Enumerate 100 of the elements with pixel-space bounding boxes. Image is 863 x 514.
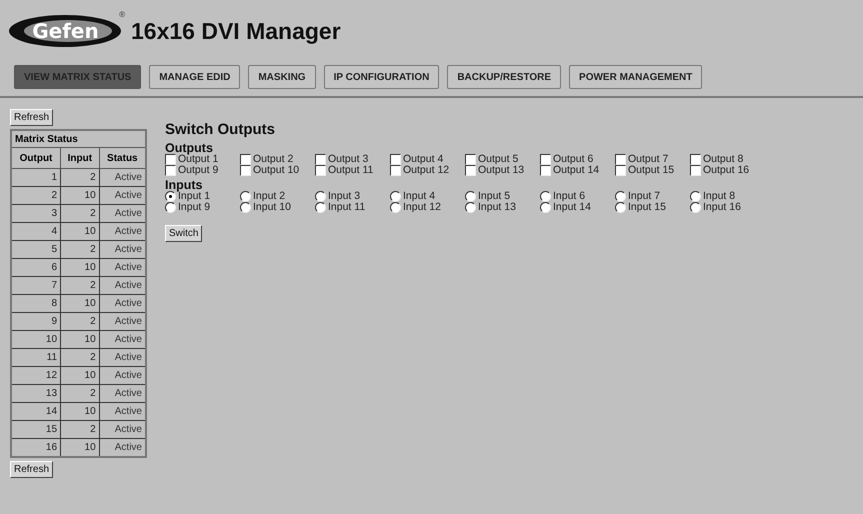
- radio-button[interactable]: [690, 202, 701, 213]
- nav-tab[interactable]: MANAGE EDID: [149, 65, 240, 89]
- input-radio[interactable]: Input 11: [315, 202, 390, 213]
- input-radio[interactable]: Input 15: [615, 202, 690, 213]
- table-cell: 14: [11, 402, 61, 420]
- checkbox[interactable]: [390, 154, 401, 165]
- input-radio[interactable]: Input 2: [240, 191, 315, 202]
- output-checkbox[interactable]: Output 15: [615, 165, 690, 176]
- nav-tab[interactable]: BACKUP/RESTORE: [447, 65, 562, 89]
- input-radio[interactable]: Input 7: [615, 191, 690, 202]
- table-cell: 10: [11, 330, 61, 348]
- output-checkbox[interactable]: Output 4: [390, 154, 465, 165]
- radio-button[interactable]: [315, 191, 326, 202]
- table-cell: 4: [11, 222, 61, 240]
- table-cell: 10: [60, 222, 100, 240]
- radio-button[interactable]: [615, 191, 626, 202]
- table-cell: 3: [11, 204, 61, 222]
- input-radio[interactable]: Input 14: [540, 202, 615, 213]
- table-cell: 2: [60, 276, 100, 294]
- output-checkbox[interactable]: Output 11: [315, 165, 390, 176]
- checkbox[interactable]: [165, 165, 176, 176]
- table-cell: 2: [11, 186, 61, 204]
- output-checkbox[interactable]: Output 13: [465, 165, 540, 176]
- table-cell: 15: [11, 420, 61, 438]
- output-checkbox[interactable]: Output 9: [165, 165, 240, 176]
- table-cell: 2: [60, 240, 100, 258]
- output-checkbox[interactable]: Output 12: [390, 165, 465, 176]
- logo-text: Gefen: [32, 19, 99, 43]
- table-cell: 13: [11, 384, 61, 402]
- checkbox[interactable]: [390, 165, 401, 176]
- radio-button[interactable]: [540, 202, 551, 213]
- table-cell: 12: [11, 366, 61, 384]
- table-cell: 10: [60, 402, 100, 420]
- inputs-label: Inputs: [165, 179, 204, 191]
- checkbox[interactable]: [465, 165, 476, 176]
- checkbox[interactable]: [165, 154, 176, 165]
- radio-button[interactable]: [390, 191, 401, 202]
- checkbox[interactable]: [240, 154, 251, 165]
- checkbox[interactable]: [240, 165, 251, 176]
- radio-button[interactable]: [465, 191, 476, 202]
- output-checkbox[interactable]: Output 5: [465, 154, 540, 165]
- refresh-button[interactable]: Refresh: [10, 109, 54, 126]
- radio-button[interactable]: [240, 191, 251, 202]
- input-radio[interactable]: Input 4: [390, 191, 465, 202]
- radio-button[interactable]: [465, 202, 476, 213]
- table-cell: 5: [11, 240, 61, 258]
- input-radio[interactable]: Input 16: [690, 202, 765, 213]
- table-cell: 7: [11, 276, 61, 294]
- radio-button[interactable]: [315, 202, 326, 213]
- output-checkbox[interactable]: Output 2: [240, 154, 315, 165]
- table-cell: 2: [60, 204, 100, 222]
- output-checkbox[interactable]: Output 1: [165, 154, 240, 165]
- input-radio[interactable]: Input 6: [540, 191, 615, 202]
- radio-button[interactable]: [390, 202, 401, 213]
- checkbox[interactable]: [615, 165, 626, 176]
- output-checkbox[interactable]: Output 3: [315, 154, 390, 165]
- output-checkbox[interactable]: Output 6: [540, 154, 615, 165]
- registered-mark: ®: [119, 10, 125, 19]
- table-cell: 8: [11, 294, 61, 312]
- checkbox[interactable]: [540, 165, 551, 176]
- table-cell: 10: [60, 186, 100, 204]
- checkbox[interactable]: [465, 154, 476, 165]
- nav-tab[interactable]: POWER MANAGEMENT: [569, 65, 702, 89]
- checkbox[interactable]: [690, 154, 701, 165]
- input-radio[interactable]: Input 13: [465, 202, 540, 213]
- nav-tab[interactable]: MASKING: [248, 65, 316, 89]
- input-radio[interactable]: Input 3: [315, 191, 390, 202]
- table-cell: 2: [60, 384, 100, 402]
- table-cell: 1: [11, 168, 61, 186]
- input-radio[interactable]: Input 9: [165, 202, 240, 213]
- refresh-button[interactable]: Refresh: [10, 461, 54, 478]
- checkbox[interactable]: [540, 154, 551, 165]
- switch-button[interactable]: Switch: [165, 225, 202, 242]
- table-cell: 2: [60, 168, 100, 186]
- checkbox[interactable]: [315, 154, 326, 165]
- radio-button[interactable]: [690, 191, 701, 202]
- output-checkbox[interactable]: Output 16: [690, 165, 765, 176]
- radio-button[interactable]: [165, 191, 176, 202]
- output-checkbox[interactable]: Output 8: [690, 154, 765, 165]
- radio-button[interactable]: [165, 202, 176, 213]
- output-checkbox[interactable]: Output 10: [240, 165, 315, 176]
- checkbox[interactable]: [315, 165, 326, 176]
- input-radio[interactable]: Input 8: [690, 191, 765, 202]
- radio-button[interactable]: [540, 191, 551, 202]
- nav-tab[interactable]: IP CONFIGURATION: [324, 65, 440, 89]
- table-cell: 10: [60, 330, 100, 348]
- radio-button[interactable]: [615, 202, 626, 213]
- checkbox[interactable]: [690, 165, 701, 176]
- table-cell: 9: [11, 312, 61, 330]
- input-radio[interactable]: Input 1: [165, 191, 240, 202]
- section-title: Switch Outputs: [165, 121, 276, 138]
- table-cell: 2: [60, 312, 100, 330]
- output-checkbox[interactable]: Output 14: [540, 165, 615, 176]
- input-radio[interactable]: Input 10: [240, 202, 315, 213]
- checkbox[interactable]: [615, 154, 626, 165]
- input-radio[interactable]: Input 12: [390, 202, 465, 213]
- outputs-label: Outputs: [165, 142, 213, 154]
- radio-button[interactable]: [240, 202, 251, 213]
- output-checkbox[interactable]: Output 7: [615, 154, 690, 165]
- input-radio[interactable]: Input 5: [465, 191, 540, 202]
